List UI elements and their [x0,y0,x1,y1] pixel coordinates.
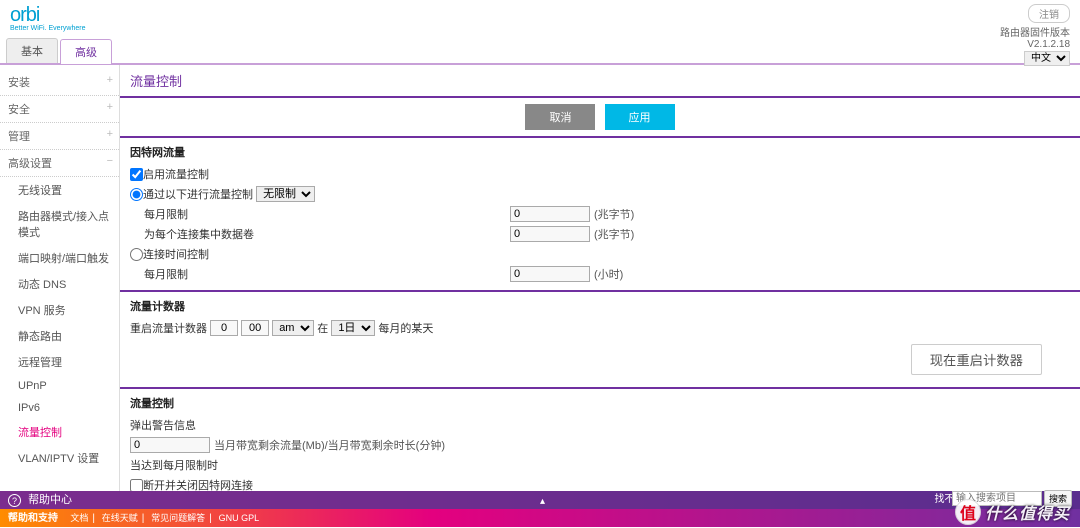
nav-port-fwd[interactable]: 端口映射/端口触发 [0,245,119,271]
section-internet-traffic: 因特网流量 [130,144,1070,160]
monthly-time-input[interactable] [510,266,590,282]
watermark-text: 什么值得买 [985,500,1070,524]
sidebar: 安装 安全 管理 高级设置 无线设置 路由器模式/接入点模式 端口映射/端口触发… [0,65,120,505]
unit-kb2: (兆字节) [594,226,634,242]
watermark: 值 什么值得买 [955,499,1070,525]
tab-advanced[interactable]: 高级 [60,39,112,64]
nav-ddns[interactable]: 动态 DNS [0,271,119,297]
apply-button[interactable]: 应用 [605,104,675,130]
volume-ctrl-label: 通过以下进行流量控制 [143,186,253,202]
when-reached-label: 当达到每月限制时 [130,457,218,473]
counter-suffix: 每月的某天 [378,320,433,336]
help-bar[interactable]: ? 帮助中心 ▴ [0,491,1080,509]
footer-link-faq[interactable]: 常见问题解答 [151,513,205,523]
fw-version: V2.1.2.18 [1027,39,1070,50]
footer-link-gpl[interactable]: GNU GPL [219,513,260,523]
fw-label: 路由器固件版本 [1000,28,1070,39]
warn-note: 当月带宽剩余流量(Mb)/当月带宽剩余时长(分钟) [214,437,445,453]
on-label: 在 [317,320,328,336]
monthly-limit-label: 每月限制 [130,206,510,222]
unit-kb: (兆字节) [594,206,634,222]
monthly-limit-label2: 每月限制 [130,266,510,282]
counter-day-select[interactable]: 1日 [331,320,375,336]
page-title: 流量控制 [120,65,1080,98]
monthly-limit-input[interactable] [510,206,590,222]
time-ctrl-label: 连接时间控制 [143,246,209,262]
watermark-icon: 值 [955,499,981,525]
help-title: 帮助中心 [28,494,72,506]
nav-static-route[interactable]: 静态路由 [0,323,119,349]
enable-traffic-label: 启用流量控制 [143,166,209,182]
nav-ipv6[interactable]: IPv6 [0,397,119,419]
nav-router-mode[interactable]: 路由器模式/接入点模式 [0,203,119,245]
cancel-button[interactable]: 取消 [525,104,595,130]
logo-subtitle: Better WiFi. Everywhere [10,25,85,32]
nav-vpn[interactable]: VPN 服务 [0,297,119,323]
nav-install[interactable]: 安装 [0,69,119,96]
enable-traffic-checkbox[interactable] [130,168,143,181]
counter-hour-input[interactable] [210,320,238,336]
per-conn-label: 为每个连接集中数据卷 [130,226,510,242]
nav-upnp[interactable]: UPnP [0,375,119,397]
help-icon: ? [8,494,21,507]
per-conn-input[interactable] [510,226,590,242]
nav-wireless[interactable]: 无线设置 [0,177,119,203]
section-control: 流量控制 [130,395,1070,411]
counter-min-input[interactable] [241,320,269,336]
footer-link-doc[interactable]: 文档 [70,513,88,523]
footer-link-online[interactable]: 在线天赋 [102,513,138,523]
nav-vlan[interactable]: VLAN/IPTV 设置 [0,445,119,471]
logo: orbi [10,4,39,26]
volume-ctrl-radio[interactable] [130,188,143,201]
restart-counter-label: 重启流量计数器 [130,320,207,336]
nav-traffic[interactable]: 流量控制 [0,419,119,445]
unit-hr: (小时) [594,266,623,282]
counter-ampm-select[interactable]: am [272,320,314,336]
disconnect-checkbox[interactable] [130,479,143,492]
volume-ctrl-select[interactable]: 无限制 [256,186,315,202]
section-counter: 流量计数器 [130,298,1070,314]
content-pane: 流量控制 取消 应用 因特网流量 启用流量控制 通过以下进行流量控制 无限制 每… [120,65,1080,505]
reset-counter-button[interactable]: 现在重启计数器 [911,344,1042,375]
warn-label: 弹出警告信息 [130,417,196,433]
warn-input[interactable] [130,437,210,453]
nav-security[interactable]: 安全 [0,96,119,123]
nav-remote[interactable]: 远程管理 [0,349,119,375]
footer: 帮助和支持 文档| 在线天赋| 常见问题解答| GNU GPL [0,509,1080,527]
footer-support: 帮助和支持 [8,513,58,524]
nav-admin[interactable]: 管理 [0,123,119,150]
time-ctrl-radio[interactable] [130,248,143,261]
language-select[interactable]: 中文 [1024,51,1070,66]
logout-button[interactable]: 注销 [1028,4,1070,23]
tab-basic[interactable]: 基本 [6,38,58,63]
nav-advanced-settings[interactable]: 高级设置 [0,150,119,177]
